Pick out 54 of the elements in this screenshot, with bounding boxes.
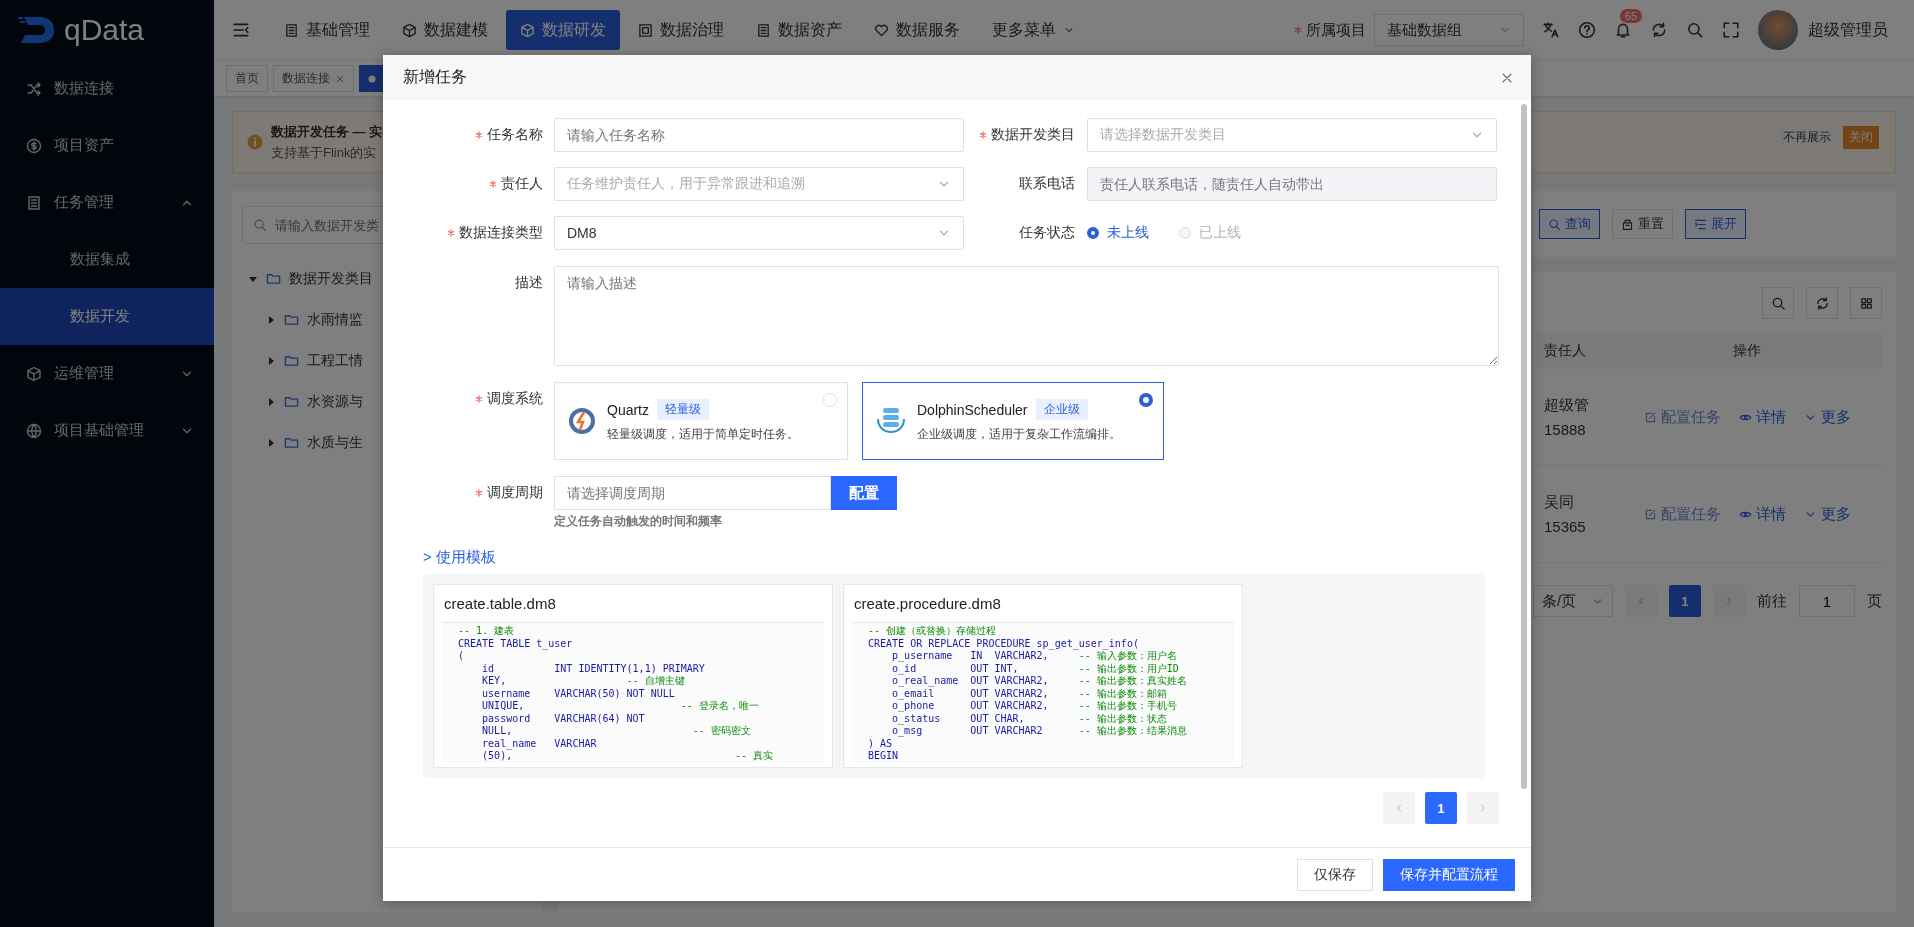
field-label: 描述 bbox=[514, 273, 543, 292]
scheduler-tag: 轻量级 bbox=[657, 399, 709, 420]
code-line: KEY, -- 自增主键 bbox=[481, 675, 686, 688]
field-label: 调度系统 bbox=[383, 382, 543, 416]
field-label: 任务名称 bbox=[383, 126, 543, 144]
dialog-title: 新增任务 bbox=[403, 67, 467, 87]
table-cell-text: 超级管 bbox=[1544, 396, 1590, 415]
table-cell-text: 15365 bbox=[1544, 518, 1587, 535]
table-cell-text: 吴同 bbox=[1544, 493, 1575, 512]
template-name: create.procedure.dm8 bbox=[854, 595, 1002, 612]
code-line: ( bbox=[458, 650, 466, 663]
field-label: 联系电话 bbox=[1018, 175, 1075, 193]
code-line: BEGIN bbox=[868, 750, 900, 763]
code-line: real_name VARCHAR bbox=[481, 737, 598, 750]
code-line: ) AS bbox=[868, 737, 894, 750]
table-cell-text: 15888 bbox=[1544, 421, 1587, 438]
code-line: password VARCHAR(64) NOT bbox=[481, 712, 646, 725]
code-line: CREATE OR REPLACE PROCEDURE sp_get_user_info( bbox=[868, 637, 1140, 650]
field-label: 数据开发类目 bbox=[975, 126, 1075, 144]
code-line: o_msg OUT VARCHAR2 -- 输出参数：结果消息 bbox=[891, 725, 1188, 738]
code-line: o_status OUT CHAR, -- 输出参数：状态 bbox=[891, 712, 1168, 725]
template-name: create.table.dm8 bbox=[444, 595, 557, 612]
code-line: p_username IN VARCHAR2, -- 输入参数：用户名 bbox=[891, 650, 1178, 663]
notification-badge: 65 bbox=[1620, 9, 1643, 23]
project-label: 所属项目 bbox=[1294, 20, 1366, 40]
logo-text: qData bbox=[64, 13, 145, 47]
code-line: UNIQUE, -- 登录名，唯一 bbox=[481, 700, 760, 713]
field-label: 调度周期 bbox=[383, 476, 543, 510]
field-label: 责任人 bbox=[383, 175, 543, 193]
code-line: CREATE TABLE t_user bbox=[458, 637, 574, 650]
goto-suffix: 页 bbox=[1867, 591, 1882, 611]
alert-title: 数据开发任务 — 实 bbox=[271, 122, 383, 141]
code-line: o_phone OUT VARCHAR2, -- 输出参数：手机号 bbox=[891, 700, 1178, 713]
goto-label: 前往 bbox=[1757, 591, 1787, 611]
code-line: username VARCHAR(50) NOT NULL bbox=[481, 687, 676, 700]
code-line: NULL, -- 密码密文 bbox=[481, 725, 752, 738]
scheduler-description: 轻量级调度，适用于简单定时任务。 bbox=[607, 426, 799, 443]
code-line: (50), -- 真实 bbox=[481, 750, 774, 763]
field-label: 数据连接类型 bbox=[383, 224, 543, 242]
column-header: 责任人 bbox=[1543, 342, 1587, 360]
scheduler-tag: 企业级 bbox=[1035, 399, 1088, 420]
alert-text: 支持基于Flink的实 bbox=[271, 143, 378, 162]
code-line: o_real_name OUT VARCHAR2, -- 输出参数：真实姓名 bbox=[891, 675, 1188, 688]
column-header: 操作 bbox=[1732, 342, 1762, 360]
code-line: o_email OUT VARCHAR2, -- 输出参数：邮箱 bbox=[891, 687, 1168, 700]
scheduler-description: 企业级调度，适用于复杂工作流编排。 bbox=[917, 426, 1121, 443]
field-label: 任务状态 bbox=[1018, 224, 1075, 242]
scheduler-name: DolphinScheduler bbox=[917, 401, 1028, 418]
code-line: id INT IDENTITY(1,1) PRIMARY bbox=[481, 662, 706, 675]
code-line: -- 1. 建表 bbox=[458, 625, 516, 638]
field-hint: 定义任务自动触发的时间和频率 bbox=[554, 513, 723, 530]
code-line: -- 创建（或替换）存储过程 bbox=[868, 625, 998, 638]
scheduler-name: Quartz bbox=[607, 401, 649, 418]
code-line: o_id OUT INT, -- 输出参数：用户ID bbox=[891, 662, 1180, 675]
